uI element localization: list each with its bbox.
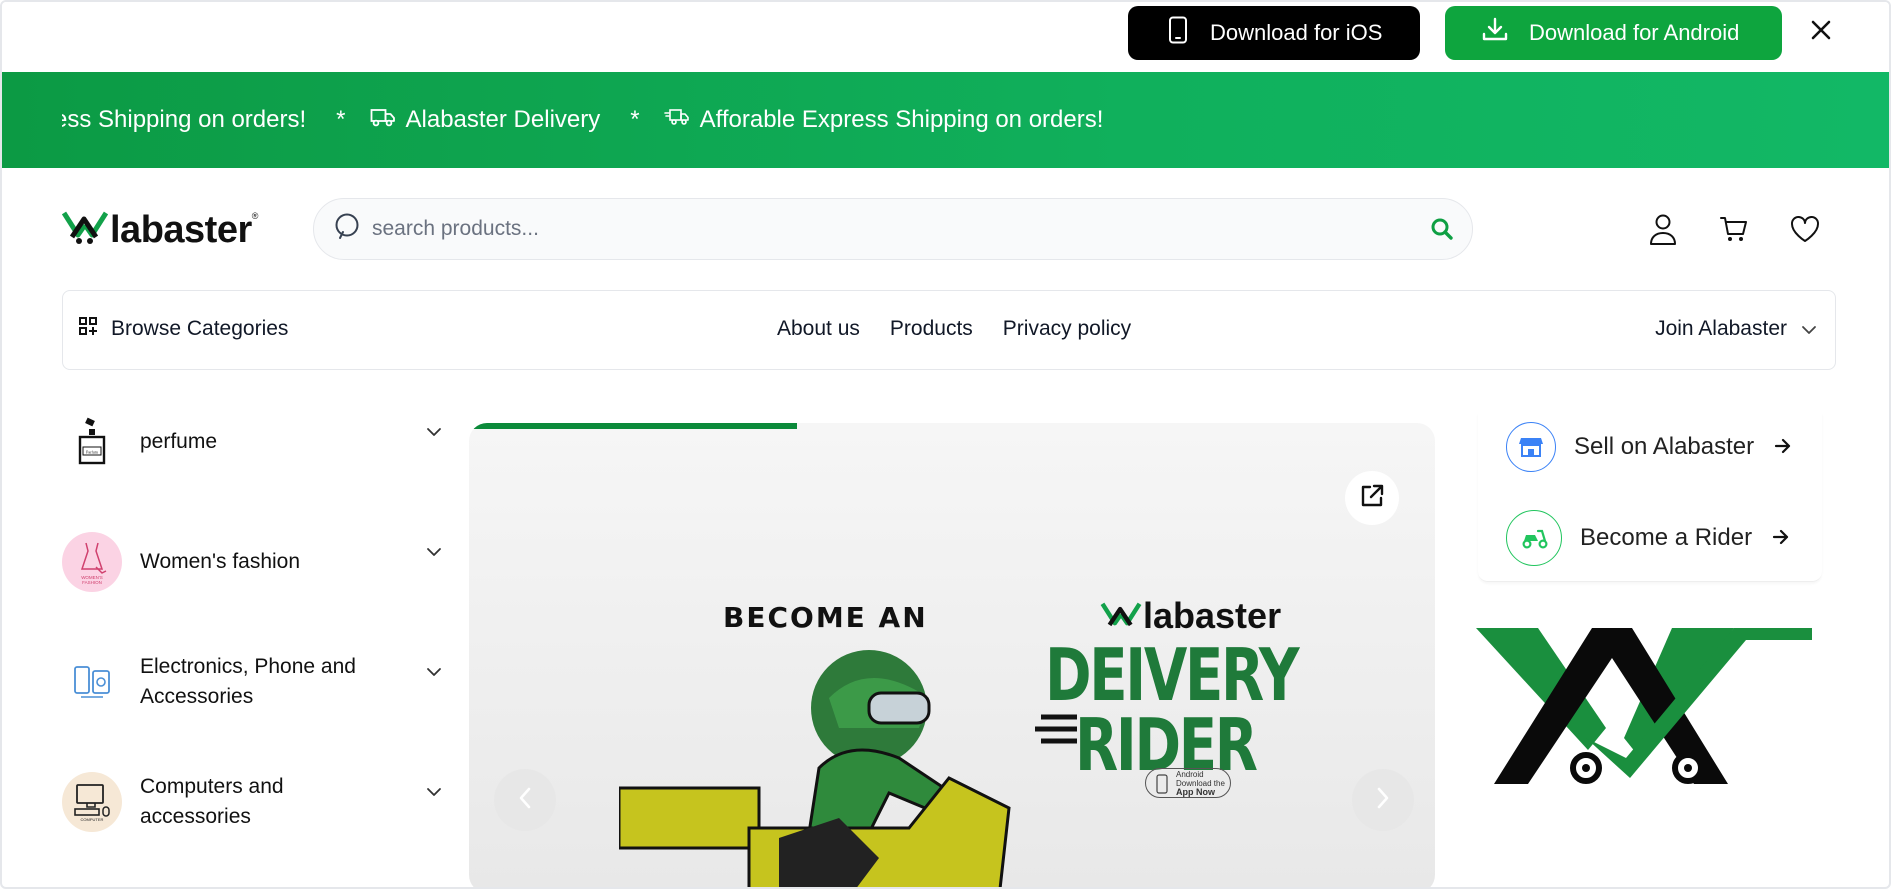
rider-label: Become a Rider — [1580, 524, 1753, 551]
category-label: perfume — [140, 430, 218, 453]
marquee-text: Afforable Express Shipping on orders! — [699, 106, 1104, 133]
scooter-icon — [1506, 510, 1562, 566]
phone-icon — [1168, 16, 1188, 50]
app-download-bar: Download for iOS Download for Android — [2, 2, 1889, 70]
marquee-text: ess Shipping on orders! — [62, 106, 307, 133]
marquee-separator: * — [336, 106, 346, 133]
become-rider-link[interactable]: Become a Rider — [1506, 510, 1790, 566]
phone-icon — [1156, 774, 1168, 796]
category-item-perfume[interactable]: Parfum perfume — [62, 412, 442, 532]
marquee-track: ess Shipping on orders! * Alabaster Deli… — [62, 72, 1862, 168]
marquee-text: Alabaster Delivery — [405, 106, 601, 133]
electronics-thumbnail — [62, 652, 122, 712]
join-dropdown[interactable]: Join Alabaster — [1655, 317, 1817, 341]
download-ios-label: Download for iOS — [1210, 20, 1383, 45]
carousel-progress-bar — [469, 423, 798, 429]
perfume-thumbnail: Parfum — [62, 412, 122, 472]
chevron-right-icon — [1376, 787, 1390, 814]
nav-links: About us Products Privacy policy — [777, 317, 1131, 341]
search-icon — [334, 212, 362, 247]
badge-text: Android Download the App Now — [1176, 769, 1225, 797]
search-input[interactable] — [372, 217, 1372, 241]
category-label: Computers and accessories — [140, 775, 284, 828]
hero-brand-text: labaster — [1143, 595, 1282, 636]
close-icon — [1810, 19, 1832, 46]
chevron-down-icon[interactable] — [426, 424, 442, 442]
category-item-womens-fashion[interactable]: WOMEN'S FASHION Women's fashion — [62, 532, 442, 652]
svg-text:COMPUTER: COMPUTER — [81, 817, 104, 822]
download-android-label: Download for Android — [1529, 20, 1740, 45]
close-banner-button[interactable] — [1804, 14, 1838, 50]
page-frame: Download for iOS Download for Android es… — [0, 0, 1891, 889]
chevron-down-icon[interactable] — [426, 664, 442, 682]
chevron-down-icon[interactable] — [426, 784, 442, 802]
womens-fashion-thumbnail: WOMEN'S FASHION — [62, 532, 122, 592]
download-ios-button[interactable]: Download for iOS — [1128, 6, 1420, 60]
category-list: Parfum perfume WOMEN'S FASHION Women's fa… — [62, 412, 442, 887]
logo-text: labaster — [110, 208, 252, 251]
alabaster-logo-large — [1476, 628, 1812, 793]
category-item-electronics[interactable]: Electronics, Phone and Accessories — [62, 652, 442, 772]
svg-text:Parfum: Parfum — [86, 450, 99, 455]
marquee-item: * Afforable Express Shipping on orders! — [630, 106, 1103, 135]
browse-categories-label: Browse Categories — [111, 317, 289, 340]
arrow-right-icon — [1774, 433, 1792, 461]
sell-on-alabaster-link[interactable]: Sell on Alabaster — [1506, 422, 1792, 472]
nav-link-products[interactable]: Products — [890, 317, 973, 341]
carousel-next-button[interactable] — [1352, 769, 1414, 831]
search-bar — [313, 198, 1473, 260]
external-link-icon — [1358, 482, 1386, 515]
marquee-item: * Alabaster Delivery — [336, 106, 600, 135]
svg-text:FASHION: FASHION — [82, 580, 102, 585]
carousel-prev-button[interactable] — [494, 769, 556, 831]
site-logo[interactable]: labaster ® — [61, 208, 259, 251]
heart-icon[interactable] — [1788, 212, 1822, 246]
hero-brand: labaster — [1099, 595, 1281, 637]
rider-illustration — [617, 638, 1049, 887]
chevron-left-icon — [518, 787, 532, 814]
marquee-separator: * — [630, 106, 640, 133]
side-promo-links: Sell on Alabaster Become a Rider — [1478, 412, 1822, 582]
download-android-button[interactable]: Download for Android — [1445, 6, 1782, 60]
store-icon — [1506, 422, 1556, 472]
fast-delivery-icon — [663, 106, 690, 135]
grid-icon — [79, 317, 97, 341]
delivery-truck-icon — [370, 106, 396, 135]
chevron-down-icon — [1801, 317, 1817, 341]
computers-thumbnail: COMPUTER — [62, 772, 122, 832]
user-icon[interactable] — [1646, 212, 1680, 246]
category-item-computers[interactable]: COMPUTER Computers and accessories — [62, 772, 442, 887]
cart-icon[interactable] — [1717, 212, 1751, 246]
promo-marquee-banner: ess Shipping on orders! * Alabaster Deli… — [2, 72, 1889, 168]
download-icon — [1481, 16, 1509, 50]
main-nav: Browse Categories About us Products Priv… — [62, 290, 1836, 370]
browse-categories-button[interactable]: Browse Categories — [79, 317, 288, 341]
chevron-down-icon[interactable] — [426, 544, 442, 562]
external-link-button[interactable] — [1345, 471, 1399, 525]
nav-link-about[interactable]: About us — [777, 317, 860, 341]
category-label: Women's fashion — [140, 550, 301, 573]
logo-registered-mark: ® — [251, 211, 259, 221]
search-submit-icon[interactable] — [1430, 217, 1454, 246]
hero-carousel: BECOME AN labaster DEIVERY RIDER Android… — [469, 423, 1435, 887]
category-label: Electronics, Phone and Accessories — [140, 655, 356, 708]
alabaster-logo-mark — [61, 211, 109, 250]
hero-headline: BECOME AN — [723, 601, 928, 634]
nav-link-privacy[interactable]: Privacy policy — [1003, 317, 1131, 341]
app-download-badge: Android Download the App Now — [1145, 768, 1231, 798]
join-label: Join Alabaster — [1655, 317, 1787, 340]
arrow-right-icon — [1772, 524, 1790, 552]
sell-label: Sell on Alabaster — [1574, 433, 1755, 460]
marquee-item: ess Shipping on orders! — [62, 106, 306, 134]
